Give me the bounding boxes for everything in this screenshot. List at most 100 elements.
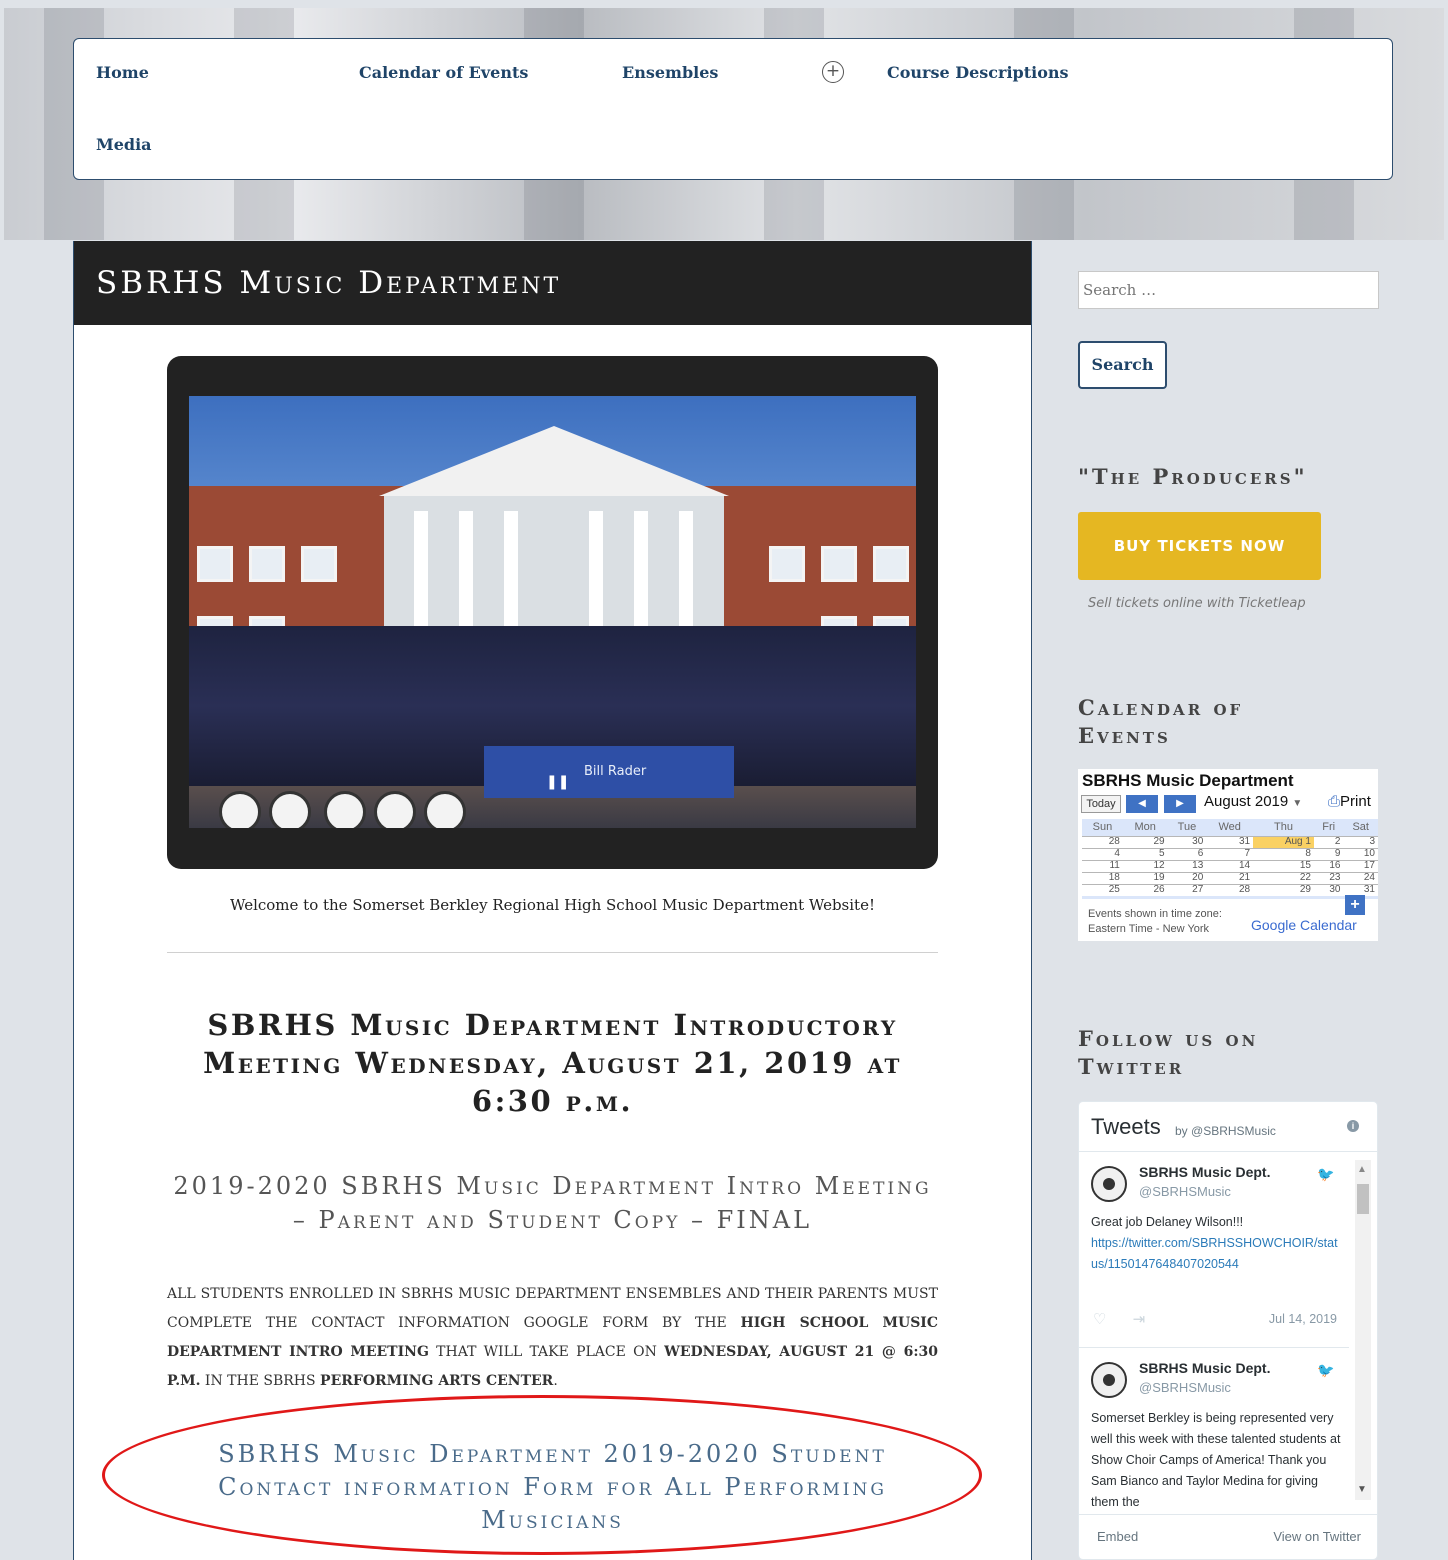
tweet-author-handle[interactable]: @SBRHSMusic [1139,1184,1231,1199]
tweet-author-name[interactable]: SBRHS Music Dept. [1139,1360,1270,1376]
calendar-day[interactable]: 24 [1343,871,1378,884]
twitter-tweets-label: Tweets [1091,1114,1161,1139]
calendar-day[interactable]: 27 [1167,883,1207,896]
plus-circle-icon[interactable]: + [822,61,844,83]
avatar[interactable] [1091,1362,1127,1398]
producers-title: "The Producers" [1078,464,1308,489]
nav-home[interactable]: Home [96,63,149,82]
tweet-text: Great job Delaney Wilson!!! https://twit… [1091,1215,1338,1271]
calendar-day[interactable]: 7 [1206,847,1254,860]
calendar-today-button[interactable]: Today [1081,795,1121,813]
tweet-author-handle[interactable]: @SBRHSMusic [1139,1380,1231,1395]
scroll-down-icon[interactable]: ▼ [1357,1484,1367,1495]
twitter-scrollbar[interactable]: ▲ ▼ [1355,1160,1371,1500]
calendar-day[interactable]: 19 [1122,871,1168,884]
divider [167,952,938,953]
search-button[interactable]: Search [1078,341,1167,389]
calendar-day[interactable]: 15 [1253,859,1314,872]
calendar-day[interactable]: 12 [1122,859,1168,872]
tweet-item[interactable]: SBRHS Music Dept. @SBRHSMusic 🐦 Great jo… [1079,1152,1349,1348]
tweet-date[interactable]: Jul 14, 2019 [1269,1312,1337,1326]
calendar-day[interactable]: 18 [1082,871,1123,884]
calendar-weekday: Wed [1218,821,1241,834]
nav-course-descriptions[interactable]: Course Descriptions [887,63,1069,82]
calendar-day[interactable]: 22 [1253,871,1314,884]
calendar-day[interactable]: 29 [1122,835,1168,848]
google-calendar-widget: SBRHS Music Department Today ◀ ▶ August … [1078,769,1378,941]
add-calendar-icon[interactable]: + [1345,895,1365,915]
calendar-weekday: Sat [1352,821,1369,834]
scrollbar-thumb[interactable] [1357,1184,1369,1214]
share-icon[interactable]: ⇥ [1133,1311,1146,1328]
calendar-day[interactable]: 11 [1082,859,1123,872]
calendar-weekday: Fri [1322,821,1336,834]
calendar-prev-icon[interactable]: ◀ [1126,795,1158,813]
calendar-name: SBRHS Music Department [1082,771,1294,790]
building-pediment [379,426,729,496]
image-slider[interactable]: Bill Rader ❚❚ [167,356,938,869]
calendar-print-button[interactable]: ⎙Print [1328,793,1371,810]
calendar-day[interactable]: 16 [1313,859,1344,872]
google-calendar-logo[interactable]: Google Calendar [1251,917,1357,933]
twitter-bird-icon: 🐦 [1317,1166,1335,1182]
calendar-weekday: Mon [1134,821,1156,834]
calendar-day[interactable]: 29 [1253,883,1314,896]
pause-icon[interactable]: ❚❚ [546,774,569,790]
calendar-day[interactable]: 3 [1343,835,1378,848]
calendar-day[interactable]: 25 [1082,883,1123,896]
heart-icon[interactable]: ♡ [1093,1311,1106,1328]
search-input[interactable] [1078,271,1379,309]
intro-meeting-link[interactable]: 2019-2020 SBRHS Music Department Intro M… [167,1169,938,1237]
calendar-day[interactable]: 17 [1343,859,1378,872]
notice-paragraph: All students enrolled in SBRHS Music Dep… [167,1286,938,1389]
tweet-link[interactable]: https://twitter.com/SBRHSSHOWCHOIR/statu… [1091,1236,1338,1271]
twitter-by-handle[interactable]: by @SBRHSMusic [1175,1124,1276,1138]
calendar-day[interactable]: 20 [1167,871,1207,884]
calendar-weekday: Tue [1177,821,1197,834]
calendar-day[interactable]: 28 [1206,883,1254,896]
calendar-day[interactable]: 21 [1206,871,1254,884]
nav-ensembles[interactable]: Ensembles [622,63,718,82]
printer-icon: ⎙ [1328,793,1341,810]
calendar-day[interactable]: 28 [1082,835,1123,848]
tweet-item[interactable]: SBRHS Music Dept. @SBRHSMusic 🐦 Somerset… [1079,1348,1349,1514]
calendar-day[interactable]: 30 [1313,883,1344,896]
calendar-day[interactable]: 5 [1122,847,1168,860]
twitter-footer: Embed View on Twitter [1079,1514,1377,1559]
calendar-day[interactable]: 6 [1167,847,1207,860]
calendar-day[interactable]: 2 [1313,835,1344,848]
nav-media[interactable]: Media [96,135,152,154]
calendar-day[interactable]: 4 [1082,847,1123,860]
nav-calendar-of-events[interactable]: Calendar of Events [359,63,528,82]
calendar-day[interactable]: 13 [1167,859,1207,872]
calendar-widget-title: Calendar of Events [1078,695,1244,748]
calendar-day[interactable]: 14 [1206,859,1254,872]
scroll-up-icon[interactable]: ▲ [1357,1164,1367,1175]
calendar-day[interactable]: Aug 1 [1253,835,1314,848]
calendar-day[interactable]: 30 [1167,835,1207,848]
calendar-day[interactable]: 31 [1206,835,1254,848]
embed-link[interactable]: Embed [1097,1529,1138,1544]
twitter-timeline-widget: Tweets by @SBRHSMusic i SBRHS Music Dept… [1078,1101,1378,1560]
twitter-bird-icon: 🐦 [1317,1362,1335,1378]
welcome-text: Welcome to the Somerset Berkley Regional… [230,896,875,914]
calendar-month-dropdown[interactable]: August 2019 ▼ [1204,793,1302,810]
calendar-weekday: Thu [1274,821,1294,834]
main-content: SBRHS Music Department Bill Rader ❚❚ Wel… [73,241,1032,1560]
calendar-next-icon[interactable]: ▶ [1164,795,1196,813]
tweet-author-name[interactable]: SBRHS Music Dept. [1139,1164,1270,1180]
calendar-timezone: Events shown in time zone: Eastern Time -… [1088,908,1222,935]
avatar[interactable] [1091,1166,1127,1202]
buy-tickets-button[interactable]: Buy Tickets Now [1078,512,1321,580]
calendar-day[interactable]: 8 [1253,847,1314,860]
info-icon[interactable]: i [1347,1120,1359,1132]
calendar-day[interactable]: 23 [1313,871,1344,884]
calendar-weekday: Sun [1092,821,1113,834]
tweet-text: Somerset Berkley is being represented ve… [1091,1411,1341,1506]
view-on-twitter-link[interactable]: View on Twitter [1273,1529,1361,1544]
calendar-day[interactable]: 9 [1313,847,1344,860]
calendar-day[interactable]: 10 [1343,847,1378,860]
calendar-day[interactable]: 26 [1122,883,1168,896]
chevron-down-icon: ▼ [1292,798,1303,809]
ticketleap-link[interactable]: Sell tickets online with Ticketleap [1088,596,1306,611]
